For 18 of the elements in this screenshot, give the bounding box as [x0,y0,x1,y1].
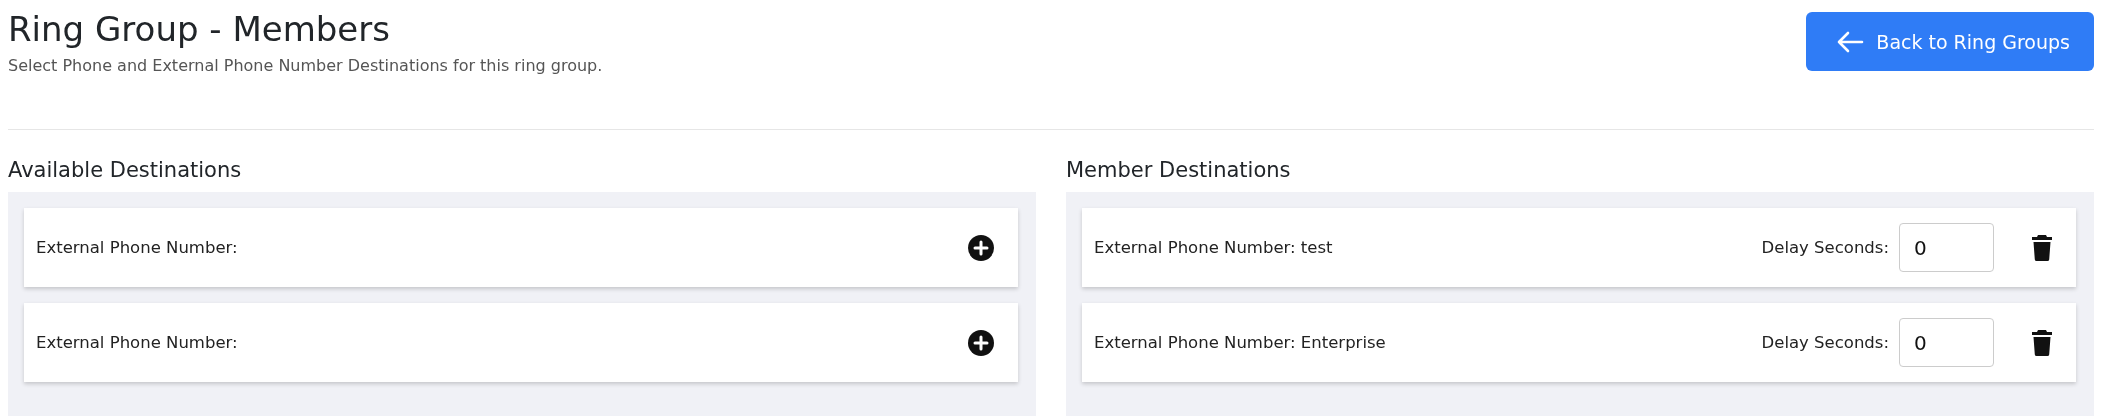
trash-icon[interactable] [2032,329,2052,356]
delay-input-field[interactable]: 0 [1899,223,1994,272]
section-heading: Available Destinations [8,157,243,184]
destination-label: External Phone Number: [36,238,239,257]
destination-label: External Phone Number: test [1094,238,1334,257]
delay-label: Delay Seconds: [1761,238,1889,257]
destination-label: External Phone Number: [36,333,239,352]
delay-input-field[interactable]: 0 [1899,318,1994,367]
back-button[interactable]: Back to Ring Groups [1806,12,2094,71]
section-heading: Member Destinations [1066,157,1292,184]
delay-label: Delay Seconds: [1761,333,1889,352]
add-icon[interactable] [968,329,994,356]
add-icon[interactable] [968,234,994,261]
destination-label: External Phone Number: Enterprise [1094,333,1387,352]
page-subtitle: Select Phone and External Phone Number Destinations for this ring group. [8,56,603,75]
page-title: Ring Group - Members [8,8,391,51]
arrow-left-icon [1836,30,1865,53]
trash-icon[interactable] [2032,234,2052,261]
